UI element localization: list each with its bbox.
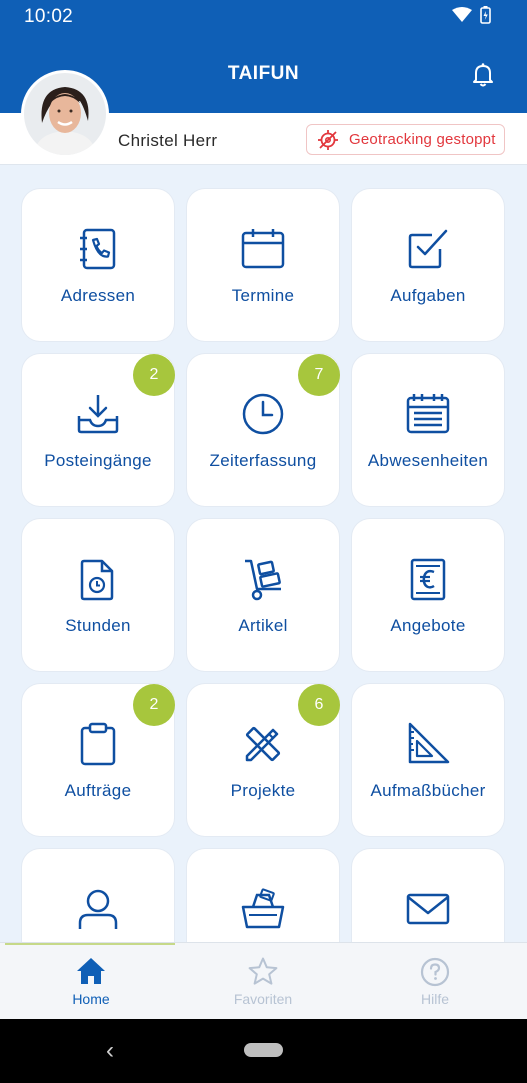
tile-aufgaben[interactable]: Aufgaben <box>352 189 504 341</box>
bell-icon[interactable] <box>471 62 495 88</box>
tile-label: Termine <box>231 286 295 305</box>
nav-label: Favoriten <box>233 991 293 1007</box>
star-icon <box>248 957 278 985</box>
clock-icon <box>242 393 284 435</box>
envelope-icon <box>406 893 450 925</box>
address-book-icon <box>80 228 116 270</box>
user-name: Christel Herr <box>118 131 218 150</box>
calendar-grid-icon <box>406 394 450 434</box>
inbox-icon <box>77 395 119 434</box>
status-icons <box>452 6 491 24</box>
badge-posteingaenge: 2 <box>133 354 175 396</box>
back-icon[interactable]: ‹ <box>106 1037 114 1065</box>
tile-termine[interactable]: Termine <box>187 189 339 341</box>
bottom-navigation: Home Favoriten Hilfe <box>0 942 527 1019</box>
badge-projekte: 6 <box>298 684 340 726</box>
badge-zeiterfassung: 7 <box>298 354 340 396</box>
tile-label: Aufgaben <box>390 286 466 305</box>
set-square-icon <box>408 722 450 764</box>
wifi-icon <box>452 7 472 22</box>
tile-angebote[interactable]: Angebote <box>352 519 504 671</box>
status-time: 10:02 <box>24 6 74 27</box>
tile-abwesenheiten[interactable]: Abwesenheiten <box>352 354 504 506</box>
tile-label: Stunden <box>65 616 131 635</box>
pencil-ruler-icon <box>245 726 281 762</box>
avatar[interactable] <box>21 70 109 158</box>
geotracking-label: Geotracking gestoppt <box>349 131 496 148</box>
home-icon <box>77 958 105 984</box>
help-icon <box>420 957 450 987</box>
nav-home[interactable]: Home <box>3 943 179 1020</box>
tile-label: Aufmaßbücher <box>370 781 486 800</box>
nav-favoriten[interactable]: Favoriten <box>175 943 351 1020</box>
tile-label: Angebote <box>390 616 466 635</box>
system-navigation-bar: ‹ <box>0 1019 527 1083</box>
tile-artikel[interactable]: Artikel <box>187 519 339 671</box>
euro-document-icon <box>410 558 446 601</box>
nav-label: Hilfe <box>420 991 449 1007</box>
clipboard-icon <box>80 722 116 766</box>
home-gesture-pill[interactable] <box>244 1043 283 1057</box>
tile-label: Posteingänge <box>44 451 152 470</box>
tile-label: Adressen <box>60 286 136 305</box>
document-clock-icon <box>80 559 114 601</box>
tile-label: Zeiterfassung <box>209 451 317 470</box>
tile-stunden[interactable]: Stunden <box>22 519 174 671</box>
tile-label: Projekte <box>230 781 296 800</box>
tile-label: Abwesenheiten <box>367 451 489 470</box>
checkbox-icon <box>408 229 448 269</box>
nav-label: Home <box>72 991 110 1007</box>
badge-auftraege: 2 <box>133 684 175 726</box>
geotracking-badge[interactable]: Geotracking gestoppt <box>306 124 505 155</box>
tile-adressen[interactable]: Adressen <box>22 189 174 341</box>
calendar-icon <box>241 229 285 269</box>
battery-icon <box>480 6 491 24</box>
hand-truck-icon <box>245 559 281 601</box>
tile-aufmassbuecher[interactable]: Aufmaßbücher <box>352 684 504 836</box>
person-icon <box>78 889 118 929</box>
tile-label: Aufträge <box>64 781 132 800</box>
basket-icon <box>241 888 285 929</box>
nav-hilfe[interactable]: Hilfe <box>347 943 523 1020</box>
location-off-icon <box>318 129 338 150</box>
status-bar: 10:02 <box>0 0 527 36</box>
tile-label: Artikel <box>238 616 288 635</box>
